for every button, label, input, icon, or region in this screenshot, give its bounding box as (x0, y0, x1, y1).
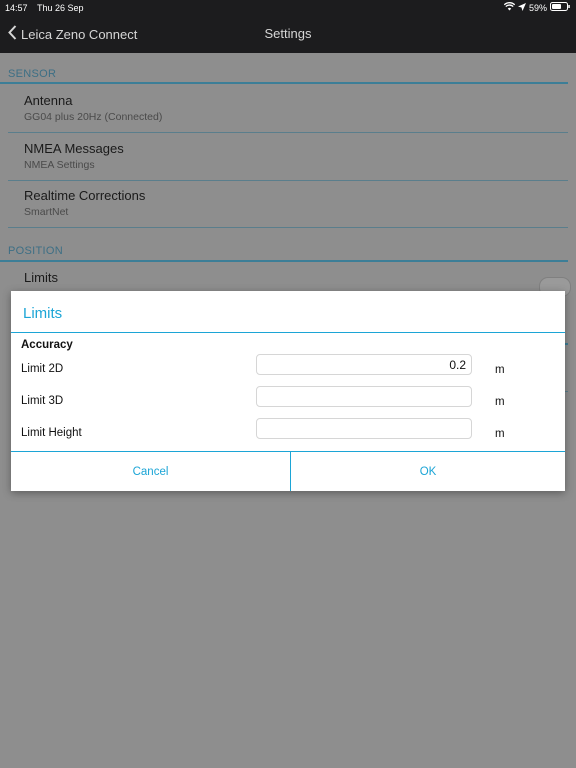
settings-row-nmea-messages[interactable]: NMEA Messages NMEA Settings (24, 141, 568, 171)
limit-height-input[interactable] (256, 418, 472, 439)
section-header-sensor: SENSOR (8, 68, 57, 80)
row-divider (8, 132, 568, 133)
wifi-icon (503, 2, 516, 13)
section-divider (0, 260, 568, 262)
section-divider (0, 82, 568, 84)
settings-row-limits[interactable]: Limits (24, 270, 568, 285)
limits-dialog: Limits Accuracy Limit 2D m Limit 3D m Li… (11, 291, 565, 491)
limit-2d-input[interactable] (256, 354, 472, 375)
row-subtitle: GG04 plus 20Hz (Connected) (24, 111, 163, 123)
navigation-bar: Leica Zeno Connect Settings (0, 16, 576, 53)
limit-2d-unit: m (495, 364, 505, 376)
row-label: Realtime Corrections (24, 188, 146, 203)
status-time: 14:57 (5, 3, 28, 13)
status-date: Thu 26 Sep (37, 3, 84, 13)
limit-3d-input[interactable] (256, 386, 472, 407)
status-bar: 14:57 Thu 26 Sep 59% (0, 0, 576, 16)
settings-row-realtime-corrections[interactable]: Realtime Corrections SmartNet (24, 188, 568, 218)
section-header-position: POSITION (8, 245, 63, 257)
dialog-title-divider (11, 332, 565, 333)
limit-2d-label: Limit 2D (21, 363, 64, 375)
status-indicators: 59% (503, 2, 570, 13)
row-label: Antenna (24, 93, 73, 108)
row-label: Limits (24, 270, 58, 285)
limit-height-label: Limit Height (21, 427, 82, 439)
limit-height-unit: m (495, 428, 505, 440)
settings-row-antenna[interactable]: Antenna GG04 plus 20Hz (Connected) (24, 93, 568, 123)
cancel-button[interactable]: Cancel (11, 452, 290, 491)
limit-3d-unit: m (495, 396, 505, 408)
dialog-title: Limits (23, 305, 63, 322)
row-label: NMEA Messages (24, 141, 124, 156)
location-arrow-icon (517, 2, 526, 13)
row-divider (8, 227, 568, 228)
row-subtitle: NMEA Settings (24, 159, 95, 171)
accuracy-group-label: Accuracy (21, 339, 73, 351)
row-divider (8, 180, 568, 181)
ok-button[interactable]: OK (291, 452, 565, 491)
limit-3d-label: Limit 3D (21, 395, 64, 407)
row-subtitle: SmartNet (24, 206, 69, 218)
battery-percent: 59% (528, 2, 547, 13)
battery-icon (550, 2, 570, 13)
page-title: Settings (264, 26, 312, 41)
